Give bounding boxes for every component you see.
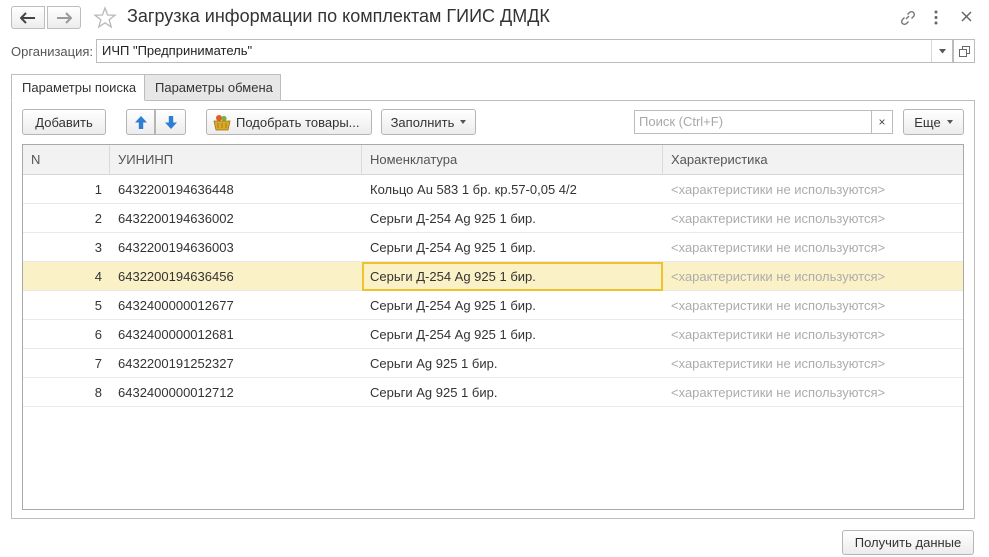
back-button[interactable] [11, 6, 45, 29]
table-row[interactable]: 5 6432400000012677 Серьги Д-254 Ag 925 1 б… [23, 291, 963, 320]
cell-nomenclature[interactable]: Кольцо Au 583 1 бр. кр.57-0,05 4/2 [362, 175, 663, 204]
table-row[interactable]: 1 6432200194636448 Кольцо Au 583 1 бр. кр.… [23, 175, 963, 204]
organization-open-button[interactable] [953, 39, 975, 63]
link-icon[interactable] [899, 9, 916, 26]
chevron-down-icon [946, 120, 953, 124]
cell-n[interactable]: 6 [23, 320, 110, 349]
page-title: Загрузка информации по комплектам ГИИС Д… [127, 6, 550, 26]
cell-uin[interactable]: 6432400000012677 [110, 291, 362, 320]
forward-arrow-icon [57, 11, 72, 24]
star-icon[interactable] [93, 6, 117, 30]
table-row[interactable]: 7 6432200191252327 Серьги Ag 925 1 бир. <ха… [23, 349, 963, 378]
table-header: N УИНИНП Номенклатура Характеристика [23, 145, 963, 175]
cell-n[interactable]: 5 [23, 291, 110, 320]
column-header-characteristic[interactable]: Характеристика [663, 145, 963, 175]
tab-exchange-params[interactable]: Параметры обмена [144, 74, 281, 101]
table-row[interactable]: 6 6432400000012681 Серьги Д-254 Ag 925 1 б… [23, 320, 963, 349]
more-button[interactable]: Еще [903, 109, 964, 135]
cell-uin[interactable]: 6432200194636003 [110, 233, 362, 262]
back-arrow-icon [20, 11, 35, 24]
open-form-icon [958, 45, 970, 57]
cell-characteristic[interactable]: <характеристики не используются> [663, 378, 963, 407]
column-header-uin[interactable]: УИНИНП [110, 145, 362, 175]
forward-button[interactable] [47, 6, 81, 29]
cell-uin[interactable]: 6432400000012681 [110, 320, 362, 349]
cell-uin[interactable]: 6432400000012712 [110, 378, 362, 407]
cell-characteristic[interactable]: <характеристики не используются> [663, 320, 963, 349]
tab-search-params[interactable]: Параметры поиска [11, 74, 145, 101]
basket-icon [213, 114, 231, 130]
pick-goods-button[interactable]: Подобрать товары... [206, 109, 372, 135]
title-bar: Загрузка информации по комплектам ГИИС Д… [0, 0, 989, 36]
cell-nomenclature[interactable]: Серьги Д-254 Ag 925 1 бир. [362, 204, 663, 233]
move-up-button[interactable] [126, 109, 155, 135]
close-icon[interactable] [961, 11, 972, 22]
organization-dropdown-button[interactable] [931, 40, 952, 62]
cell-n[interactable]: 7 [23, 349, 110, 378]
cell-nomenclature[interactable]: Серьги Д-254 Ag 925 1 бир. [362, 262, 663, 291]
arrow-down-icon [164, 115, 177, 129]
cell-characteristic[interactable]: <характеристики не используются> [663, 262, 963, 291]
cell-nomenclature[interactable]: Серьги Ag 925 1 бир. [362, 378, 663, 407]
cell-characteristic[interactable]: <характеристики не используются> [663, 233, 963, 262]
chevron-down-icon [938, 48, 946, 53]
table-row[interactable]: 3 6432200194636003 Серьги Д-254 Ag 925 1 б… [23, 233, 963, 262]
get-data-button[interactable]: Получить данные [842, 530, 974, 555]
cell-characteristic[interactable]: <характеристики не используются> [663, 175, 963, 204]
table-row[interactable]: 8 6432400000012712 Серьги Ag 925 1 бир. <ха… [23, 378, 963, 407]
search-input[interactable]: Поиск (Ctrl+F) [634, 110, 872, 134]
cell-characteristic[interactable]: <характеристики не используются> [663, 204, 963, 233]
column-header-n[interactable]: N [23, 145, 110, 175]
cell-n[interactable]: 4 [23, 262, 110, 291]
chevron-down-icon [460, 120, 467, 124]
cell-uin[interactable]: 6432200194636448 [110, 175, 362, 204]
cell-characteristic[interactable]: <характеристики не используются> [663, 291, 963, 320]
arrow-up-icon [134, 115, 147, 129]
fill-label: Заполнить [390, 114, 455, 130]
cell-n[interactable]: 8 [23, 378, 110, 407]
more-label: Еще [914, 114, 941, 130]
fill-button[interactable]: Заполнить [381, 109, 476, 135]
search-clear-button[interactable]: × [871, 110, 893, 134]
cell-nomenclature[interactable]: Серьги Д-254 Ag 925 1 бир. [362, 291, 663, 320]
pick-goods-label: Подобрать товары... [236, 114, 360, 130]
add-button[interactable]: Добавить [22, 109, 106, 135]
cell-uin[interactable]: 6432200194636456 [110, 262, 362, 291]
cell-characteristic[interactable]: <характеристики не используются> [663, 349, 963, 378]
cell-n[interactable]: 1 [23, 175, 110, 204]
table-row[interactable]: 2 6432200194636002 Серьги Д-254 Ag 925 1 б… [23, 204, 963, 233]
cell-n[interactable]: 2 [23, 204, 110, 233]
table-row[interactable]: 4 6432200194636456 Серьги Д-254 Ag 925 1 б… [23, 262, 963, 291]
cell-nomenclature[interactable]: Серьги Д-254 Ag 925 1 бир. [362, 233, 663, 262]
cell-nomenclature[interactable]: Серьги Д-254 Ag 925 1 бир. [362, 320, 663, 349]
column-header-nomenclature[interactable]: Номенклатура [362, 145, 663, 175]
organization-label: Организация: [11, 44, 94, 59]
cell-uin[interactable]: 6432200191252327 [110, 349, 362, 378]
cell-uin[interactable]: 6432200194636002 [110, 204, 362, 233]
cell-nomenclature[interactable]: Серьги Ag 925 1 бир. [362, 349, 663, 378]
cell-n[interactable]: 3 [23, 233, 110, 262]
move-down-button[interactable] [155, 109, 186, 135]
goods-table[interactable]: N УИНИНП Номенклатура Характеристика 1 64… [22, 144, 964, 510]
more-icon[interactable] [932, 9, 940, 26]
organization-field[interactable]: ИЧП "Предприниматель" [96, 39, 953, 63]
